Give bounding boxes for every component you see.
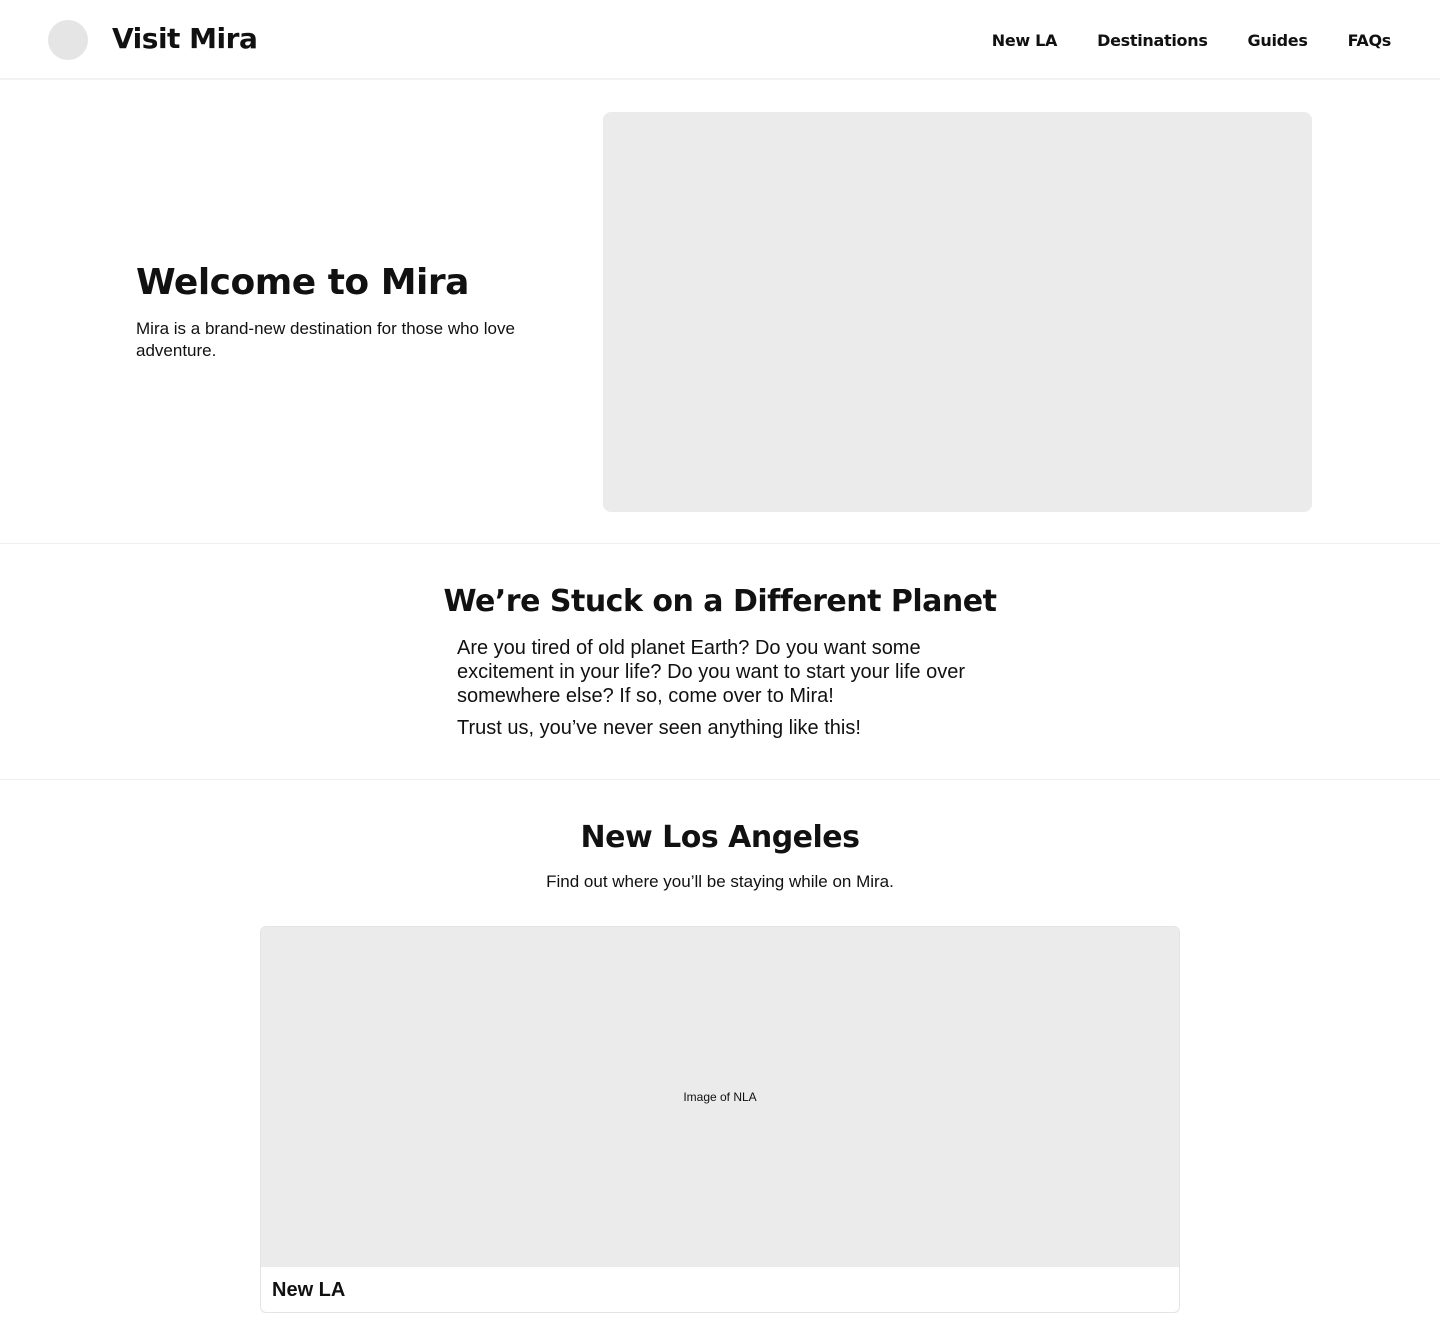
hero-text: Mira is a brand-new destination for thos… bbox=[136, 319, 515, 360]
brand-name[interactable]: Visit Mira bbox=[112, 22, 258, 55]
hero-title: Welcome to Mira bbox=[136, 262, 469, 303]
divider bbox=[0, 543, 1440, 544]
nla-card[interactable]: Image of NLA New LA bbox=[260, 926, 1180, 1313]
nav-guides[interactable]: Guides bbox=[1248, 31, 1308, 50]
card-image: Image of NLA bbox=[261, 927, 1179, 1267]
nla-title: New Los Angeles bbox=[580, 820, 860, 855]
hero-image bbox=[603, 112, 1312, 512]
nla-subtitle: Find out where you’ll be staying while o… bbox=[546, 872, 894, 891]
intro-paragraph: Are you tired of old planet Earth? Do yo… bbox=[457, 637, 966, 707]
intro-title: We’re Stuck on a Different Planet bbox=[443, 584, 997, 619]
nav-new-la[interactable]: New LA bbox=[992, 31, 1058, 50]
card-image-label: Image of NLA bbox=[683, 1090, 757, 1104]
logo[interactable] bbox=[48, 20, 88, 60]
main-nav: New LA Destinations Guides FAQs bbox=[992, 31, 1392, 50]
divider bbox=[0, 779, 1440, 780]
nav-faqs[interactable]: FAQs bbox=[1348, 31, 1392, 50]
site-header: Visit Mira New LA Destinations Guides FA… bbox=[0, 0, 1440, 80]
card-title: New LA bbox=[272, 1279, 346, 1301]
nav-destinations[interactable]: Destinations bbox=[1097, 31, 1208, 50]
intro-paragraph-2: Trust us, you’ve never seen anything lik… bbox=[457, 717, 861, 739]
